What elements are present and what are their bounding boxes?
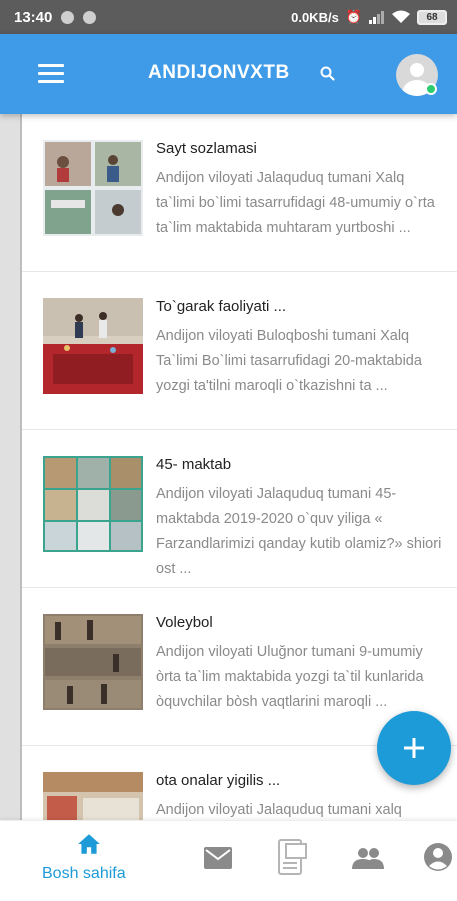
notification-dot-icon	[61, 10, 75, 24]
article-description: Andijon viloyati Jalaquduq tumani Xalq t…	[156, 170, 435, 236]
app-title: ANDIJONVXTB	[148, 62, 290, 83]
article-thumbnail	[43, 456, 143, 552]
article-description: Andijon viloyati Uluğnor tumani 9-umumiy…	[156, 644, 424, 710]
article-list-item[interactable]: To`garak faoliyati ... Andijon viloyati …	[22, 272, 457, 430]
network-speed: 0.0KB/s	[291, 9, 339, 25]
article-thumbnail	[43, 140, 143, 236]
battery-icon: 68	[417, 9, 447, 25]
article-description: Andijon viloyati Jalaquduq tumani xalq	[156, 802, 402, 818]
nav-home-label: Bosh sahifa	[42, 865, 126, 882]
add-fab-button[interactable]	[377, 711, 451, 785]
hamburger-menu-icon[interactable]	[38, 64, 64, 84]
article-title: Voleybol	[156, 614, 213, 631]
search-icon[interactable]	[318, 64, 338, 84]
group-icon	[352, 848, 384, 869]
article-list: Sayt sozlamasi Andijon viloyati Jalaqudu…	[22, 114, 457, 820]
wifi-icon	[392, 10, 410, 23]
article-thumbnail	[43, 298, 143, 394]
article-thumbnail	[43, 772, 143, 820]
document-icon	[278, 839, 307, 875]
article-title: To`garak faoliyati ...	[156, 298, 287, 315]
battery-level: 68	[426, 11, 438, 23]
status-right: 0.0KB/s ⏰ 68	[291, 9, 447, 25]
article-title: Sayt sozlamasi	[156, 140, 257, 157]
plus-icon	[404, 738, 424, 758]
article-list-item[interactable]: Sayt sozlamasi Andijon viloyati Jalaqudu…	[22, 114, 457, 272]
status-bar: 13:40 0.0KB/s ⏰ 68	[0, 0, 457, 34]
online-status-badge	[425, 83, 437, 95]
article-list-item[interactable]: 45- maktab Andijon viloyati Jalaquduq tu…	[22, 430, 457, 588]
account-icon	[424, 843, 452, 871]
article-description: Andijon viloyati Buloqboshi tumani Xalq …	[156, 328, 422, 394]
side-scroll-strip	[0, 114, 22, 820]
nav-messages[interactable]	[196, 821, 240, 901]
notification-dot-icon	[83, 10, 97, 24]
app-bar: ANDIJONVXTB	[0, 34, 457, 114]
alarm-icon: ⏰	[345, 9, 362, 24]
mail-icon	[204, 847, 232, 869]
article-thumbnail	[43, 614, 143, 710]
status-time: 13:40	[14, 8, 53, 26]
nav-documents[interactable]	[272, 821, 316, 901]
bottom-navigation: Bosh sahifa	[0, 820, 457, 900]
article-title: 45- maktab	[156, 456, 232, 473]
article-title: ota onalar yigilis ...	[156, 772, 281, 789]
nav-account[interactable]	[420, 821, 457, 901]
nav-groups[interactable]	[348, 821, 392, 901]
signal-icon	[369, 11, 384, 24]
article-description: Andijon viloyati Jalaquduq tumani 45-mak…	[156, 486, 442, 577]
home-icon	[78, 834, 100, 854]
nav-home[interactable]: Bosh sahifa	[36, 821, 146, 901]
